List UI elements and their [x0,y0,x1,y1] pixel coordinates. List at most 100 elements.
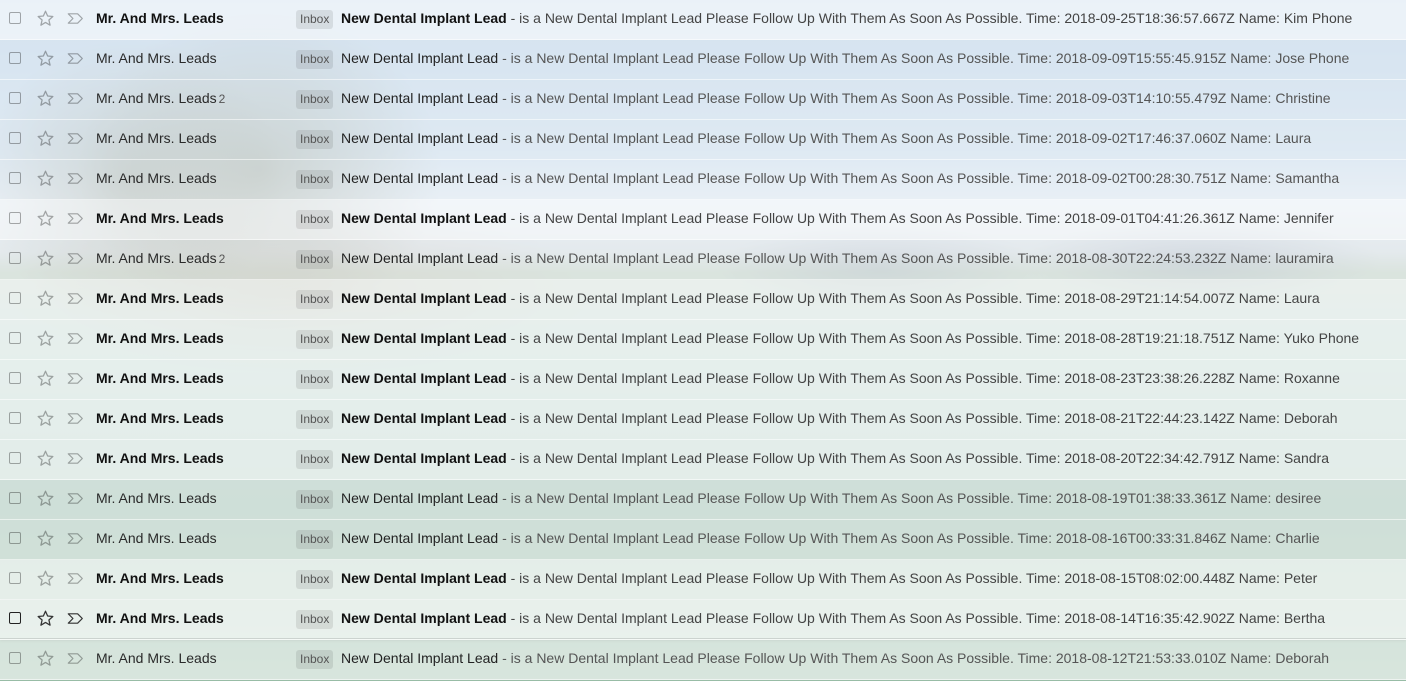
email-row[interactable]: Mr. And Mrs. Leads Inbox New Dental Implan… [0,0,1406,40]
email-snippet: - is a New Dental Implant Lead Please Fo… [506,410,1338,426]
star-icon[interactable] [36,409,55,428]
star-icon[interactable] [36,449,55,468]
checkbox-icon[interactable] [9,92,21,104]
inbox-label[interactable]: Inbox [296,250,334,269]
checkbox-icon[interactable] [9,652,21,664]
sender-name: Mr. And Mrs. Leads 2 [96,90,225,106]
star-icon[interactable] [36,369,55,388]
inbox-label[interactable]: Inbox [296,90,334,109]
email-snippet: - is a New Dental Implant Lead Please Fo… [498,490,1322,506]
inbox-label[interactable]: Inbox [296,570,334,589]
email-row[interactable]: Mr. And Mrs. Leads Inbox New Dental Implan… [0,320,1406,360]
sender-text: Mr. And Mrs. Leads [96,210,224,226]
email-row[interactable]: Mr. And Mrs. Leads 2 Inbox New Dental Impla… [0,80,1406,120]
checkbox-icon[interactable] [9,572,21,584]
star-icon[interactable] [36,49,55,68]
checkbox-icon[interactable] [9,532,21,544]
inbox-label[interactable]: Inbox [296,330,334,349]
importance-marker-icon[interactable] [67,412,84,425]
inbox-label[interactable]: Inbox [296,650,334,669]
checkbox-icon[interactable] [9,292,21,304]
star-icon[interactable] [36,289,55,308]
checkbox-icon[interactable] [9,212,21,224]
star-icon[interactable] [36,489,55,508]
sender-name: Mr. And Mrs. Leads [96,130,217,146]
importance-marker-icon[interactable] [67,332,84,345]
inbox-label[interactable]: Inbox [296,370,334,389]
importance-marker-icon[interactable] [67,652,84,665]
importance-marker-icon[interactable] [67,12,84,25]
checkbox-icon[interactable] [9,612,21,624]
star-icon[interactable] [36,329,55,348]
inbox-label[interactable]: Inbox [296,490,334,509]
email-row[interactable]: Mr. And Mrs. Leads Inbox New Dental Implan… [0,400,1406,440]
inbox-label[interactable]: Inbox [296,410,334,429]
inbox-label[interactable]: Inbox [296,530,334,549]
importance-marker-icon[interactable] [67,292,84,305]
importance-marker-icon[interactable] [67,452,84,465]
importance-marker-icon[interactable] [67,92,84,105]
inbox-label[interactable]: Inbox [296,130,334,149]
checkbox-icon[interactable] [9,252,21,264]
inbox-label[interactable]: Inbox [296,170,334,189]
star-icon[interactable] [36,129,55,148]
inbox-label[interactable]: Inbox [296,610,334,629]
importance-marker-icon[interactable] [67,132,84,145]
importance-marker-icon[interactable] [67,572,84,585]
email-row[interactable]: Mr. And Mrs. Leads Inbox New Dental Implan… [0,280,1406,320]
inbox-label[interactable]: Inbox [296,10,334,29]
inbox-label[interactable]: Inbox [296,450,334,469]
importance-marker-icon[interactable] [67,252,84,265]
email-subject: New Dental Implant Lead [341,130,499,146]
star-icon[interactable] [36,649,55,668]
star-icon[interactable] [36,569,55,588]
star-icon[interactable] [36,89,55,108]
star-icon[interactable] [36,529,55,548]
checkbox-icon[interactable] [9,12,21,24]
checkbox-icon[interactable] [9,412,21,424]
checkbox-icon[interactable] [9,492,21,504]
inbox-label[interactable]: Inbox [296,210,334,229]
star-icon[interactable] [36,209,55,228]
sender-text: Mr. And Mrs. Leads [96,250,217,266]
importance-marker-icon[interactable] [67,532,84,545]
email-row[interactable]: Mr. And Mrs. Leads Inbox New Dental Implan… [0,640,1406,680]
importance-marker-icon[interactable] [67,172,84,185]
importance-marker-icon[interactable] [67,372,84,385]
email-row[interactable]: Mr. And Mrs. Leads 2 Inbox New Dental Impla… [0,240,1406,280]
checkbox-icon[interactable] [9,332,21,344]
email-snippet: - is a New Dental Implant Lead Please Fo… [506,10,1353,26]
inbox-label[interactable]: Inbox [296,290,334,309]
email-row[interactable]: Mr. And Mrs. Leads Inbox New Dental Implan… [0,200,1406,240]
email-row[interactable]: Mr. And Mrs. Leads Inbox New Dental Implan… [0,120,1406,160]
email-snippet: - is a New Dental Implant Lead Please Fo… [506,450,1329,466]
star-icon[interactable] [36,249,55,268]
checkbox-icon[interactable] [9,132,21,144]
importance-marker-icon[interactable] [67,612,84,625]
star-icon[interactable] [36,609,55,628]
email-row[interactable]: Mr. And Mrs. Leads Inbox New Dental Implan… [0,440,1406,480]
sender-name: Mr. And Mrs. Leads [96,170,217,186]
importance-marker-icon[interactable] [67,52,84,65]
email-row[interactable]: Mr. And Mrs. Leads Inbox New Dental Implan… [0,160,1406,200]
email-subject: New Dental Implant Lead [341,450,507,466]
sender-text: Mr. And Mrs. Leads [96,410,224,426]
importance-marker-icon[interactable] [67,212,84,225]
sender-name: Mr. And Mrs. Leads [96,330,224,346]
email-row[interactable]: Mr. And Mrs. Leads Inbox New Dental Implan… [0,40,1406,80]
checkbox-icon[interactable] [9,372,21,384]
sender-name: Mr. And Mrs. Leads [96,490,217,506]
inbox-label[interactable]: Inbox [296,50,334,69]
checkbox-icon[interactable] [9,52,21,64]
email-row[interactable]: Mr. And Mrs. Leads Inbox New Dental Implan… [0,600,1406,640]
email-row[interactable]: Mr. And Mrs. Leads Inbox New Dental Implan… [0,360,1406,400]
sender-name: Mr. And Mrs. Leads 2 [96,250,225,266]
checkbox-icon[interactable] [9,172,21,184]
checkbox-icon[interactable] [9,452,21,464]
email-row[interactable]: Mr. And Mrs. Leads Inbox New Dental Implan… [0,560,1406,600]
email-row[interactable]: Mr. And Mrs. Leads Inbox New Dental Implan… [0,520,1406,560]
importance-marker-icon[interactable] [67,492,84,505]
star-icon[interactable] [36,9,55,28]
email-row[interactable]: Mr. And Mrs. Leads Inbox New Dental Implan… [0,480,1406,520]
star-icon[interactable] [36,169,55,188]
